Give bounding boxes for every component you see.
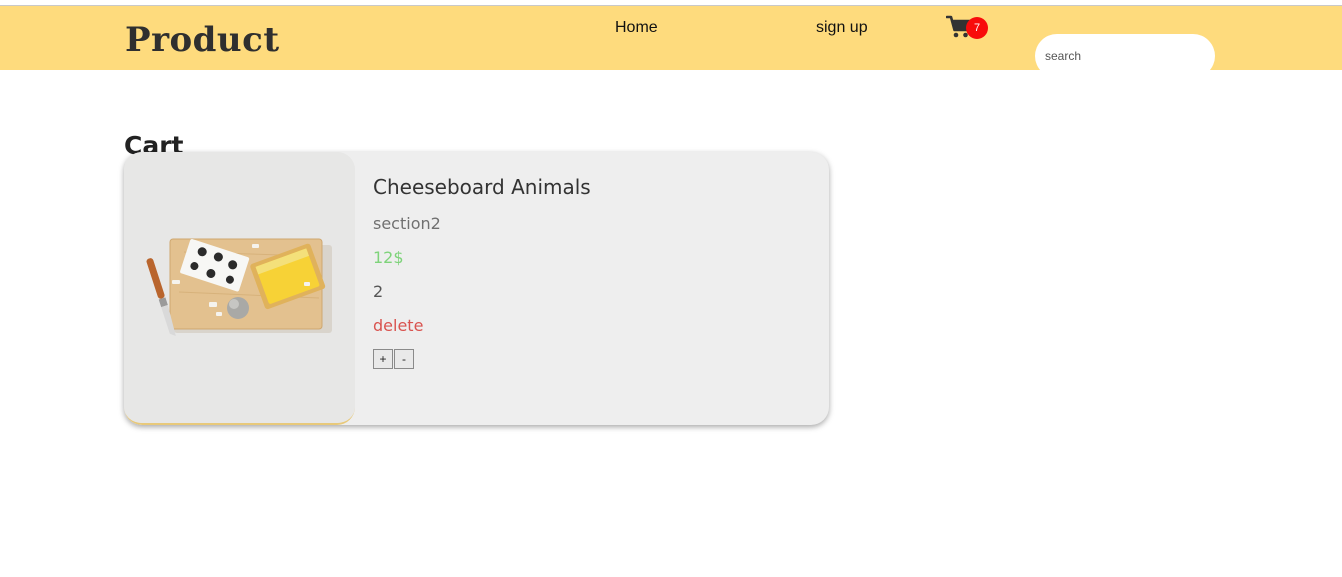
navbar: Product Home sign up 7 [0, 6, 1342, 78]
brand-logo[interactable]: Product [125, 20, 280, 60]
search-input[interactable] [1035, 34, 1215, 78]
product-name: Cheeseboard Animals [373, 175, 591, 199]
nav-link-home[interactable]: Home [615, 18, 658, 38]
nav-link-sign-up[interactable]: sign up [816, 18, 868, 38]
cart-item-card: Cheeseboard Animals section2 12$ 2 delet… [124, 152, 829, 425]
product-quantity: 2 [373, 282, 384, 301]
decrease-quantity-button[interactable]: - [394, 349, 414, 369]
increase-quantity-button[interactable]: + [373, 349, 393, 369]
cart-count-badge: 7 [966, 17, 988, 39]
product-price: 12$ [373, 248, 404, 267]
product-section: section2 [373, 214, 441, 233]
cheeseboard-image [124, 152, 355, 425]
delete-item-link[interactable]: delete [373, 315, 423, 337]
